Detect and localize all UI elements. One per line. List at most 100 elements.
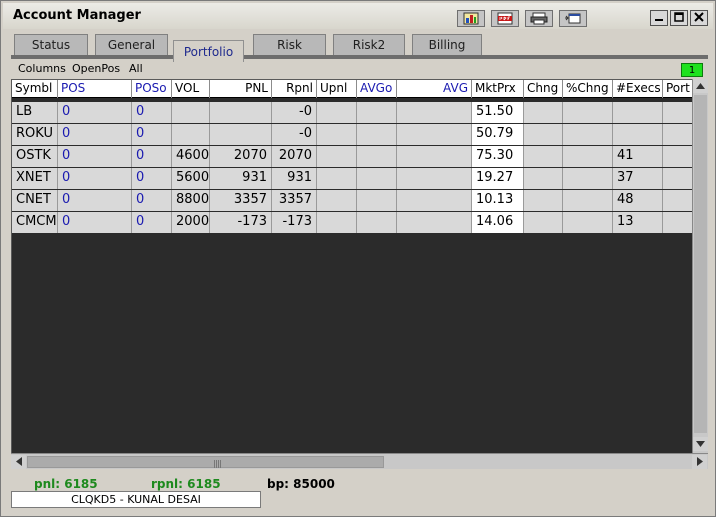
header-vol[interactable]: VOL [172, 80, 210, 98]
grid-rows: LB 0 0 -0 51.50 ROKU 0 0 -0 50.79 OSTK 0… [12, 102, 693, 234]
cell-poso: 0 [132, 102, 172, 123]
scroll-left-button[interactable] [11, 455, 26, 469]
maximize-button[interactable] [670, 10, 688, 26]
chart-icon[interactable] [457, 10, 485, 27]
table-row[interactable]: OSTK 0 0 4600 2070 2070 75.30 41 [12, 146, 693, 168]
menu-columns[interactable]: Columns [18, 62, 66, 75]
cell-pnl [210, 102, 272, 123]
menu-openpos[interactable]: OpenPos [72, 62, 120, 75]
cell-rpnl: -0 [272, 124, 317, 145]
header-avg[interactable]: AVG [397, 80, 472, 98]
header-chng[interactable]: Chng [524, 80, 563, 98]
cell-avgo [357, 146, 397, 167]
header-rpnl[interactable]: Rpnl [272, 80, 317, 98]
cell-poso: 0 [132, 124, 172, 145]
tab-status[interactable]: Status [14, 34, 88, 55]
scroll-right-icon [696, 456, 703, 468]
cell-execs: 41 [613, 146, 663, 167]
header-pchng[interactable]: %Chng [563, 80, 613, 98]
cell-pnl: -173 [210, 212, 272, 233]
cell-avgo [357, 124, 397, 145]
cell-execs [613, 124, 663, 145]
cell-upnl [317, 124, 357, 145]
header-port[interactable]: Port [663, 80, 693, 98]
cell-poso: 0 [132, 190, 172, 211]
header-poso[interactable]: POSo [132, 80, 172, 98]
pnl-status: pnl: 6185 [34, 477, 98, 491]
account-manager-window: Account Manager Status General Portfolio… [0, 0, 716, 517]
cell-rpnl: 3357 [272, 190, 317, 211]
window-icon[interactable] [559, 10, 587, 27]
scroll-down-button[interactable] [693, 437, 708, 451]
header-symbl[interactable]: Symbl [12, 80, 58, 98]
cell-pnl: 931 [210, 168, 272, 189]
cell-avgo [357, 212, 397, 233]
tab-divider [11, 55, 708, 59]
table-row[interactable]: CNET 0 0 8800 3357 3357 10.13 48 [12, 190, 693, 212]
cell-execs: 13 [613, 212, 663, 233]
cell-vol [172, 102, 210, 123]
header-execs[interactable]: #Execs [613, 80, 663, 98]
cell-vol: 8800 [172, 190, 210, 211]
tab-risk2[interactable]: Risk2 [333, 34, 405, 55]
cell-chng [524, 124, 563, 145]
cell-port [663, 146, 693, 167]
tab-portfolio[interactable]: Portfolio [173, 40, 244, 62]
cell-upnl [317, 190, 357, 211]
cell-vol [172, 124, 210, 145]
cell-upnl [317, 168, 357, 189]
vertical-scroll-thumb[interactable] [694, 95, 707, 433]
cell-execs: 37 [613, 168, 663, 189]
cell-upnl [317, 102, 357, 123]
tab-risk[interactable]: Risk [253, 34, 326, 55]
menu-all[interactable]: All [129, 62, 143, 75]
cell-poso: 0 [132, 212, 172, 233]
close-icon [694, 11, 704, 25]
header-pnl[interactable]: PNL [210, 80, 272, 98]
table-row[interactable]: LB 0 0 -0 51.50 [12, 102, 693, 124]
cell-rpnl: -173 [272, 212, 317, 233]
grid-header: Symbl POS POSo VOL PNL Rpnl Upnl AVGo AV… [12, 80, 693, 98]
cell-avgo [357, 102, 397, 123]
account-user-field: CLQKD5 - KUNAL DESAI [11, 491, 261, 508]
cell-poso: 0 [132, 168, 172, 189]
cell-avg [397, 124, 472, 145]
cell-rpnl: 2070 [272, 146, 317, 167]
table-row[interactable]: CMCM 0 0 2000 -173 -173 14.06 13 [12, 212, 693, 234]
cell-symbol: CNET [12, 190, 58, 211]
title-bar[interactable]: Account Manager [3, 3, 713, 29]
cell-mktprx: 19.27 [472, 168, 524, 189]
header-mktprx[interactable]: MktPrx [472, 80, 524, 98]
scroll-up-button[interactable] [693, 79, 708, 93]
horizontal-scrollbar[interactable] [11, 453, 708, 469]
scroll-left-icon [15, 456, 22, 468]
table-row[interactable]: ROKU 0 0 -0 50.79 [12, 124, 693, 146]
horizontal-scroll-thumb[interactable] [27, 456, 384, 468]
tab-general[interactable]: General [95, 34, 168, 55]
cell-mktprx: 75.30 [472, 146, 524, 167]
cell-vol: 4600 [172, 146, 210, 167]
cell-mktprx: 50.79 [472, 124, 524, 145]
cell-execs: 48 [613, 190, 663, 211]
header-avgo[interactable]: AVGo [357, 80, 397, 98]
close-button[interactable] [690, 10, 708, 26]
tab-billing[interactable]: Billing [412, 34, 482, 55]
vertical-scrollbar[interactable] [692, 79, 708, 453]
cell-symbol: XNET [12, 168, 58, 189]
cell-pos: 0 [58, 124, 132, 145]
count-badge: 1 [681, 63, 703, 77]
print-icon[interactable] [525, 10, 553, 27]
portfolio-grid: Symbl POS POSo VOL PNL Rpnl Upnl AVGo AV… [11, 79, 708, 469]
cell-pchng [563, 146, 613, 167]
cell-pos: 0 [58, 102, 132, 123]
pdf-icon[interactable] [491, 10, 519, 27]
header-pos[interactable]: POS [58, 80, 132, 98]
header-upnl[interactable]: Upnl [317, 80, 357, 98]
cell-pnl: 2070 [210, 146, 272, 167]
scroll-right-button[interactable] [692, 455, 707, 469]
table-row[interactable]: XNET 0 0 5600 931 931 19.27 37 [12, 168, 693, 190]
cell-chng [524, 102, 563, 123]
minimize-button[interactable] [650, 10, 668, 26]
cell-execs [613, 102, 663, 123]
scroll-grip-icon [214, 460, 222, 468]
